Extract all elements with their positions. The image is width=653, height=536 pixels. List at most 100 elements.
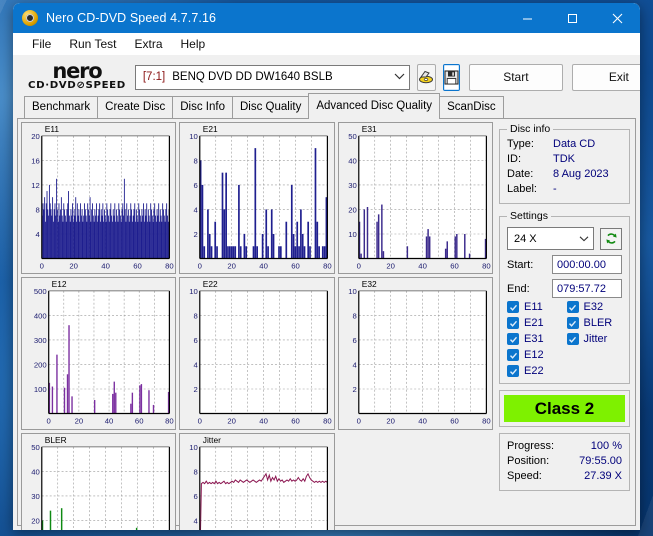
svg-text:20: 20	[69, 261, 78, 270]
chart-panel-bler: BLER1020304050020406080	[21, 432, 177, 530]
check-icon	[507, 349, 519, 361]
svg-text:10: 10	[348, 287, 357, 296]
start-field-row: Start: 000:00.00	[507, 255, 622, 274]
disc-label-label: Label:	[507, 183, 537, 195]
tab-advanced-disc-quality[interactable]: Advanced Disc Quality	[308, 93, 441, 119]
side-panel: Disc info Type: Data CD ID: TDK Date: 8 …	[496, 119, 635, 525]
svg-text:200: 200	[34, 361, 47, 370]
drive-index: [7:1]	[142, 71, 166, 83]
checkbox-e22-label: E22	[524, 365, 544, 377]
speed-select[interactable]: 24 X	[507, 227, 594, 250]
check-icon	[566, 333, 579, 345]
svg-text:40: 40	[260, 417, 269, 426]
svg-text:8: 8	[194, 312, 198, 321]
menu-help[interactable]: Help	[172, 35, 215, 53]
svg-text:E11: E11	[45, 124, 60, 134]
start-button[interactable]: Start	[468, 63, 563, 91]
tab-disc-quality[interactable]: Disc Quality	[232, 96, 310, 118]
svg-text:300: 300	[34, 336, 47, 345]
svg-text:E21: E21	[203, 124, 218, 134]
menu-file[interactable]: File	[23, 35, 60, 53]
check-icon	[566, 317, 579, 329]
disc-id-row: ID: TDK	[507, 152, 622, 167]
disc-eject-icon-button[interactable]	[416, 63, 436, 91]
checkbox-e12[interactable]: E12	[507, 349, 563, 361]
tab-scandisc[interactable]: ScanDisc	[439, 96, 504, 118]
tab-benchmark[interactable]: Benchmark	[24, 96, 99, 118]
checkbox-e21-label: E21	[524, 317, 544, 329]
tab-disc-info[interactable]: Disc Info	[172, 96, 233, 118]
settings-group: Settings 24 X Start: 000:00.00 End: 079:…	[499, 210, 630, 384]
svg-text:6: 6	[194, 336, 198, 345]
svg-text:16: 16	[31, 156, 40, 165]
svg-text:10: 10	[348, 230, 357, 239]
disc-type-row: Type: Data CD	[507, 137, 622, 152]
svg-text:6: 6	[194, 492, 198, 501]
svg-text:4: 4	[194, 205, 199, 214]
floppy-save-icon-button[interactable]	[442, 63, 460, 91]
metric-checkbox-grid: E11 E32 E21 BLER E31 Jitter E12 E22	[507, 298, 622, 377]
disc-info-group: Disc info Type: Data CD ID: TDK Date: 8 …	[499, 123, 630, 204]
minimize-icon[interactable]	[505, 3, 550, 33]
checkbox-e21[interactable]: E21	[507, 317, 563, 329]
checkbox-jitter[interactable]: Jitter	[566, 333, 623, 345]
chart-panel-e22: E22 2 4 6 8 10 0 20 40 60 80	[179, 277, 335, 430]
svg-text:100: 100	[34, 385, 47, 394]
svg-text:20: 20	[31, 516, 40, 525]
svg-text:8: 8	[36, 205, 40, 214]
checkbox-e32[interactable]: E32	[566, 301, 623, 313]
svg-text:40: 40	[418, 417, 427, 426]
checkbox-e22[interactable]: E22	[507, 365, 563, 377]
checkbox-e31-label: E31	[524, 333, 544, 345]
svg-text:40: 40	[105, 417, 114, 426]
position-value: 79:55.00	[579, 455, 622, 467]
speed-row: 24 X	[507, 227, 622, 250]
menu-extra[interactable]: Extra	[125, 35, 171, 53]
close-icon[interactable]	[595, 3, 640, 33]
refresh-arrows-icon-button[interactable]	[600, 227, 622, 250]
end-input[interactable]: 079:57.72	[552, 279, 622, 298]
disc-label-value: -	[553, 183, 557, 195]
start-input[interactable]: 000:00.00	[552, 255, 622, 274]
checkbox-e11[interactable]: E11	[507, 301, 563, 313]
svg-text:80: 80	[482, 417, 491, 426]
svg-text:30: 30	[31, 492, 40, 501]
svg-text:6: 6	[352, 336, 356, 345]
checkbox-bler[interactable]: BLER	[566, 317, 623, 329]
charts-grid: E11 4 8 12 16 20 0 20 40 60 80 E21 2 4 6 8 10 0 20 40 60 80 …	[18, 119, 496, 530]
checkbox-e32-label: E32	[583, 301, 604, 313]
checkbox-e31[interactable]: E31	[507, 333, 563, 345]
maximize-icon[interactable]	[550, 3, 595, 33]
svg-text:80: 80	[323, 417, 332, 426]
chart-panel-e12: E12 100 200 300 400 500 0 20 40 60 80	[21, 277, 177, 430]
svg-text:12: 12	[31, 181, 40, 190]
svg-text:400: 400	[34, 312, 47, 321]
svg-text:60: 60	[450, 261, 459, 270]
svg-text:0: 0	[356, 261, 360, 270]
progress-value: 100 %	[590, 440, 622, 452]
svg-text:20: 20	[75, 417, 84, 426]
chevron-down-icon[interactable]	[579, 234, 589, 244]
exit-button[interactable]: Exit	[571, 63, 640, 91]
logo-cddvdspeed-text: CD·DVD⊘SPEED	[28, 80, 126, 91]
svg-text:40: 40	[348, 156, 357, 165]
menu-run-test[interactable]: Run Test	[60, 35, 125, 53]
svg-text:20: 20	[386, 417, 395, 426]
svg-text:0: 0	[198, 261, 202, 270]
svg-text:E32: E32	[361, 279, 376, 289]
menu-bar: File Run Test Extra Help	[13, 33, 640, 55]
chart-panel-e31: E31 10 20 30 40 50 0 20 40 60 80	[337, 122, 493, 275]
svg-text:20: 20	[386, 261, 395, 270]
chevron-down-icon[interactable]	[394, 72, 405, 83]
drive-select[interactable]: [7:1] BENQ DVD DD DW1640 BSLB	[134, 64, 410, 90]
disc-id-value: TDK	[553, 153, 575, 165]
svg-text:20: 20	[228, 417, 237, 426]
svg-text:8: 8	[194, 467, 198, 476]
end-label: End:	[507, 282, 530, 295]
tab-create-disc[interactable]: Create Disc	[97, 96, 174, 118]
chart-panel-e11: E11 4 8 12 16 20 0 20 40 60 80	[21, 122, 177, 275]
speed-select-value: 24 X	[514, 232, 537, 245]
svg-text:80: 80	[482, 261, 491, 270]
svg-text:10: 10	[190, 132, 199, 141]
disc-info-legend: Disc info	[510, 123, 551, 135]
